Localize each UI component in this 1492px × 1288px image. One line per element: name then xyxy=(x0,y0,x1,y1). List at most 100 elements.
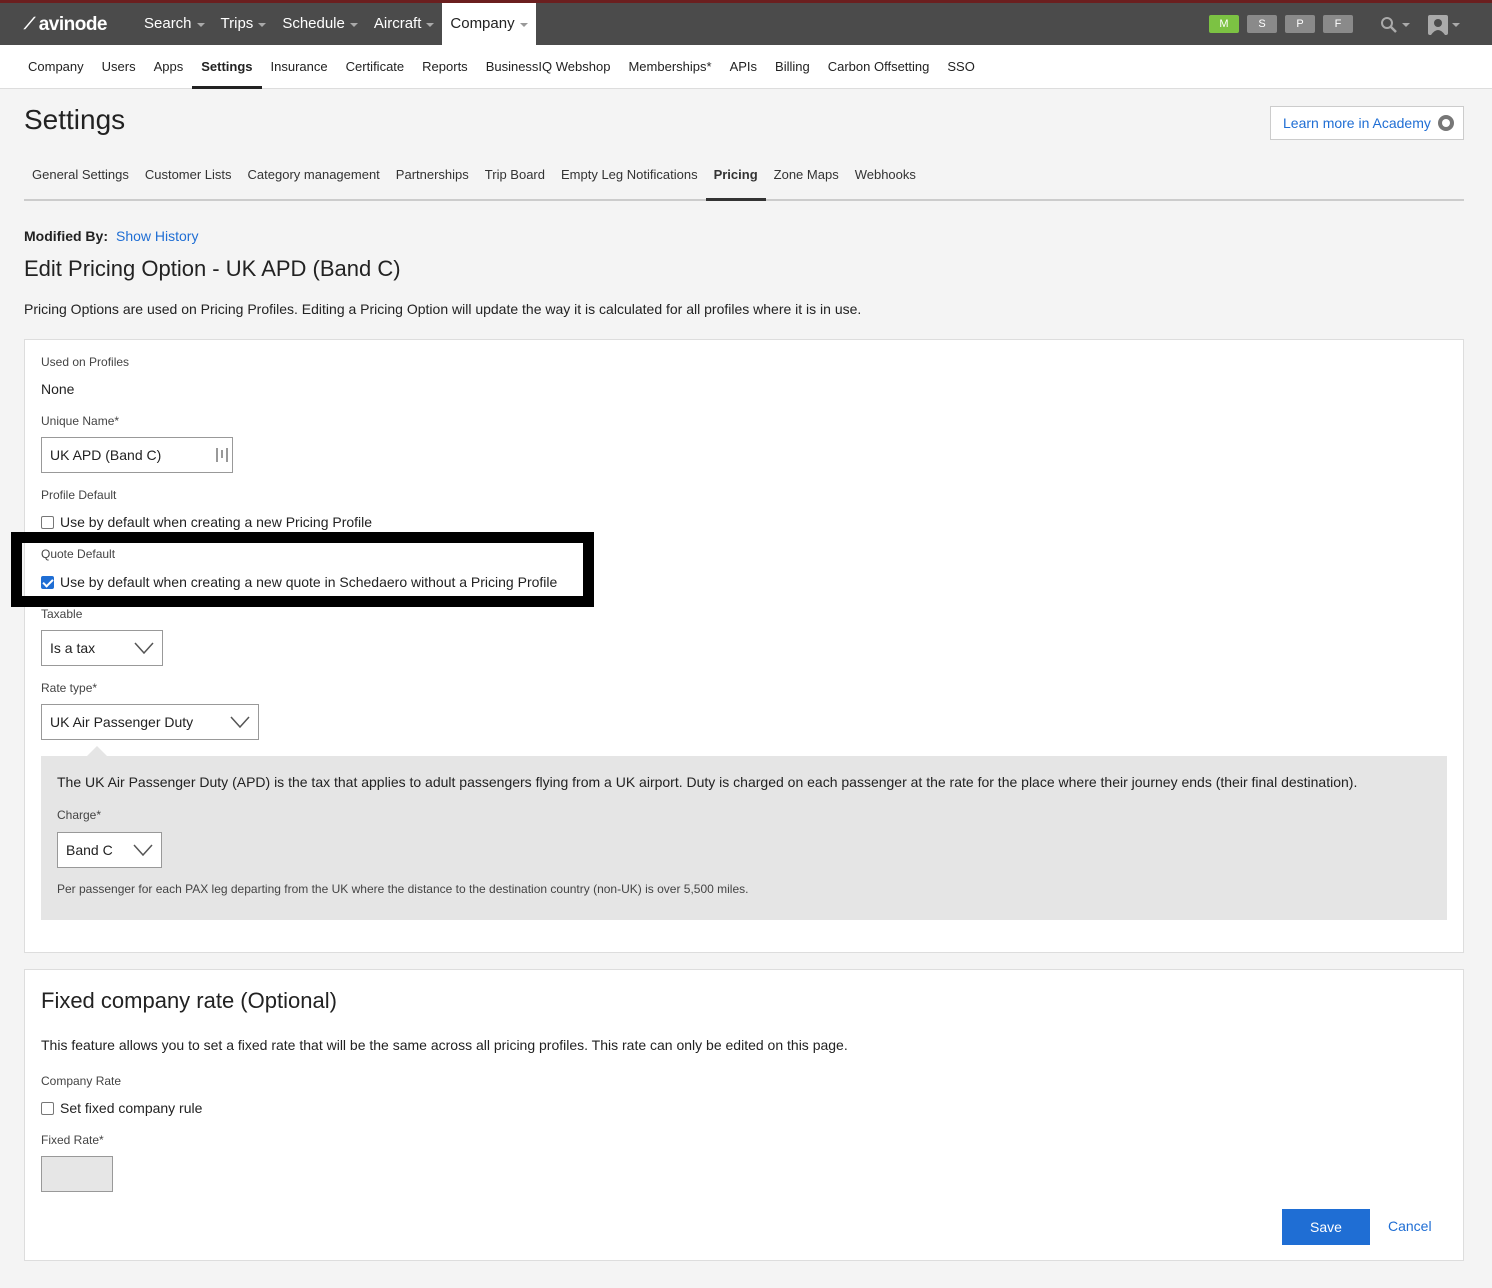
company-rate-label: Company Rate xyxy=(41,1074,122,1088)
fixed-rate-title: Fixed company rate (Optional) xyxy=(41,988,337,1013)
chevron-down-icon xyxy=(133,844,153,856)
edit-title: Edit Pricing Option - UK APD (Band C) xyxy=(24,256,401,281)
page-title: Settings xyxy=(24,104,126,135)
company-nav-memberships[interactable]: Memberships* xyxy=(619,45,720,89)
apd-description: The UK Air Passenger Duty (APD) is the t… xyxy=(57,774,1358,790)
nav-trips[interactable]: Trips xyxy=(213,3,275,45)
academy-icon xyxy=(1437,115,1454,131)
nav-aircraft[interactable]: Aircraft xyxy=(366,3,443,45)
charge-label: Charge* xyxy=(57,808,102,822)
taxable-label: Taxable xyxy=(41,607,83,621)
tab-general-settings[interactable]: General Settings xyxy=(24,158,137,201)
search-icon xyxy=(1381,17,1397,33)
used-on-profiles-value: None xyxy=(41,381,75,397)
fixed-rate-label: Fixed Rate* xyxy=(41,1133,104,1147)
badge-m[interactable]: M xyxy=(1209,15,1239,33)
tab-partnerships[interactable]: Partnerships xyxy=(388,158,477,201)
modified-by: Modified By: Show History xyxy=(24,228,198,244)
search-menu[interactable] xyxy=(1380,16,1410,34)
company-rate-checkbox[interactable] xyxy=(41,1101,54,1115)
company-nav-sso[interactable]: SSO xyxy=(938,45,983,89)
tab-webhooks[interactable]: Webhooks xyxy=(847,158,924,201)
chevron-down-icon xyxy=(519,23,528,27)
save-button[interactable]: Save xyxy=(1282,1209,1370,1245)
company-nav: Company Users Apps Settings Insurance Ce… xyxy=(0,45,1492,89)
profile-default-row[interactable]: Use by default when creating a new Prici… xyxy=(41,514,372,530)
tab-category-management[interactable]: Category management xyxy=(240,158,388,201)
badge-p[interactable]: P xyxy=(1285,15,1315,33)
nav-schedule-label: Schedule xyxy=(282,15,345,32)
quote-default-highlight xyxy=(11,532,594,607)
nav-search[interactable]: Search xyxy=(136,3,213,45)
info-pointer xyxy=(87,746,107,756)
chevron-down-icon xyxy=(230,716,250,728)
top-bar: ⟋ avinode Search Trips Schedule Aircraft… xyxy=(0,0,1492,45)
company-nav-company[interactable]: Company xyxy=(19,45,93,89)
input-helper-icon xyxy=(216,448,228,462)
chevron-down-icon xyxy=(426,23,435,27)
charge-note: Per passenger for each PAX leg departing… xyxy=(57,882,749,896)
company-nav-certificate[interactable]: Certificate xyxy=(337,45,414,89)
top-icons xyxy=(1380,15,1460,35)
academy-button-label: Learn more in Academy xyxy=(1283,115,1431,131)
profile-default-label: Profile Default xyxy=(41,488,117,502)
show-history-link[interactable]: Show History xyxy=(116,228,198,244)
nav-aircraft-label: Aircraft xyxy=(373,15,422,32)
chevron-down-icon xyxy=(134,642,154,654)
company-rate-checkbox-label: Set fixed company rule xyxy=(60,1100,203,1116)
charge-select[interactable]: Band C xyxy=(57,832,162,868)
tab-zone-maps[interactable]: Zone Maps xyxy=(766,158,847,201)
company-nav-users[interactable]: Users xyxy=(93,45,145,89)
fixed-rate-input[interactable] xyxy=(41,1156,113,1192)
taxable-select[interactable]: Is a tax xyxy=(41,630,163,666)
cancel-button[interactable]: Cancel xyxy=(1388,1218,1432,1234)
logo-mark-icon: ⟋ xyxy=(24,16,35,33)
chevron-down-icon xyxy=(349,23,358,27)
rate-type-value: UK Air Passenger Duty xyxy=(50,714,194,730)
chevron-down-icon xyxy=(196,23,205,27)
fixed-rate-description: This feature allows you to set a fixed r… xyxy=(41,1037,848,1053)
company-nav-insurance[interactable]: Insurance xyxy=(262,45,337,89)
badge-s[interactable]: S xyxy=(1247,15,1277,33)
charge-value: Band C xyxy=(66,842,113,858)
chevron-down-icon xyxy=(1402,23,1410,27)
unique-name-input[interactable]: UK APD (Band C) xyxy=(41,437,233,473)
company-nav-billing[interactable]: Billing xyxy=(766,45,819,89)
company-nav-webshop[interactable]: BusinessIQ Webshop xyxy=(477,45,620,89)
nav-company[interactable]: Company xyxy=(442,3,536,45)
profile-default-checkbox-label: Use by default when creating a new Prici… xyxy=(60,514,373,530)
avinode-logo[interactable]: ⟋ avinode xyxy=(24,14,108,36)
tab-trip-board[interactable]: Trip Board xyxy=(477,158,553,201)
company-nav-settings[interactable]: Settings xyxy=(192,45,262,89)
chevron-down-icon xyxy=(258,23,267,27)
main-nav: Search Trips Schedule Aircraft Company xyxy=(136,3,536,45)
company-nav-apis[interactable]: APIs xyxy=(721,45,766,89)
nav-trips-label: Trips xyxy=(220,15,254,32)
fixed-rate-card: Fixed company rate (Optional) This featu… xyxy=(24,969,1464,1261)
unique-name-value: UK APD (Band C) xyxy=(50,447,162,463)
intro-text: Pricing Options are used on Pricing Prof… xyxy=(24,301,862,317)
status-badges: M S P F xyxy=(1209,15,1353,33)
academy-button[interactable]: Learn more in Academy xyxy=(1270,106,1464,140)
user-icon xyxy=(1428,15,1448,35)
user-menu[interactable] xyxy=(1428,15,1460,35)
nav-schedule[interactable]: Schedule xyxy=(274,3,366,45)
pricing-option-card: Used on Profiles None Unique Name* UK AP… xyxy=(24,339,1464,953)
tab-customer-lists[interactable]: Customer Lists xyxy=(137,158,240,201)
used-on-profiles-label: Used on Profiles xyxy=(41,355,130,369)
settings-tabs: General Settings Customer Lists Category… xyxy=(24,158,1464,201)
company-nav-reports[interactable]: Reports xyxy=(413,45,477,89)
tab-empty-leg-notifications[interactable]: Empty Leg Notifications xyxy=(553,158,706,201)
company-nav-apps[interactable]: Apps xyxy=(145,45,193,89)
company-nav-carbon-offsetting[interactable]: Carbon Offsetting xyxy=(819,45,939,89)
company-rate-row[interactable]: Set fixed company rule xyxy=(41,1100,202,1116)
modified-by-label: Modified By: xyxy=(24,228,108,244)
taxable-value: Is a tax xyxy=(50,640,96,656)
chevron-down-icon xyxy=(1452,23,1460,27)
logo-text: avinode xyxy=(38,14,108,35)
rate-type-select[interactable]: UK Air Passenger Duty xyxy=(41,704,259,740)
profile-default-checkbox[interactable] xyxy=(41,515,54,529)
tab-pricing[interactable]: Pricing xyxy=(705,158,766,201)
badge-f[interactable]: F xyxy=(1323,15,1353,33)
nav-search-label: Search xyxy=(144,15,192,32)
